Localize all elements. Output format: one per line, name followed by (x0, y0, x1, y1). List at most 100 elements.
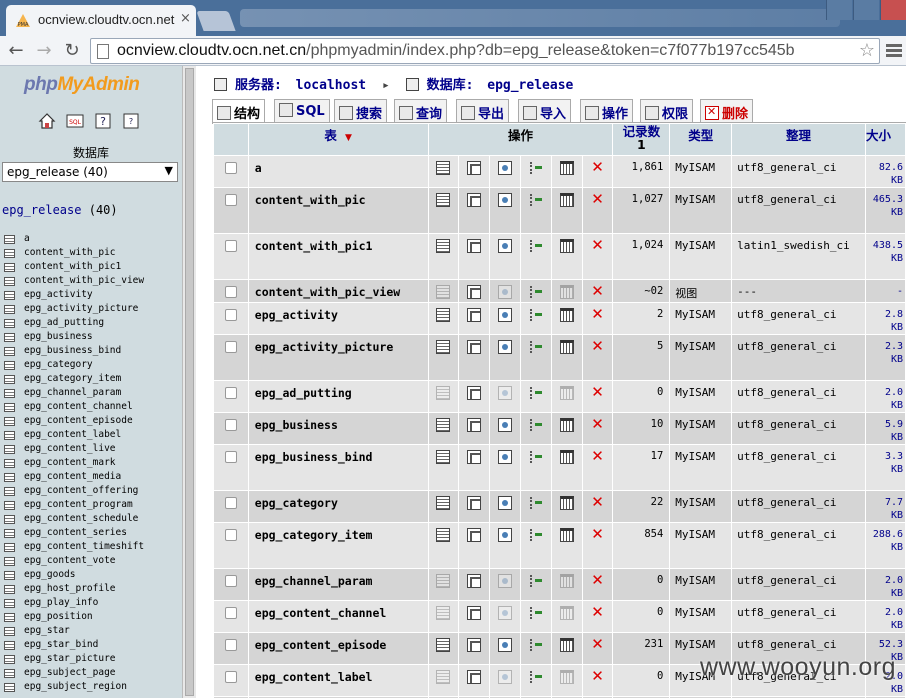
search-icon[interactable] (498, 193, 513, 207)
sidebar-table-name[interactable]: epg_content_schedule (24, 512, 138, 526)
browse-icon[interactable] (436, 670, 451, 684)
table-name-link[interactable]: a (247, 155, 429, 188)
sidebar-table-name[interactable]: epg_category_item (24, 372, 121, 386)
sidebar-table-name[interactable]: epg_content_media (24, 470, 121, 484)
browse-table-icon[interactable] (4, 599, 15, 608)
url-text[interactable]: ocnview.cloudtv.ocn.net.cn/phpmyadmin/in… (117, 42, 847, 60)
drop-icon[interactable]: ✕ (591, 415, 604, 433)
empty-icon[interactable] (559, 528, 574, 542)
sql-docs-icon[interactable]: ? (122, 112, 140, 130)
structure-icon[interactable] (467, 285, 482, 299)
table-size[interactable]: 438.5 KB (864, 233, 906, 280)
reload-button[interactable]: ↻ (60, 39, 84, 63)
browse-table-icon[interactable] (4, 333, 15, 342)
sql-query-icon[interactable]: SQL (66, 112, 84, 130)
tab-close-icon[interactable]: × (180, 11, 191, 26)
rows-header[interactable]: 记录数 1 (612, 123, 671, 156)
insert-icon[interactable] (529, 670, 543, 684)
table-name-header[interactable]: 表 ▼ (247, 123, 429, 156)
sidebar-table-name[interactable]: content_with_pic (24, 246, 116, 260)
structure-icon[interactable] (467, 386, 482, 400)
structure-icon[interactable] (467, 239, 482, 253)
browse-table-icon[interactable] (4, 669, 15, 678)
browse-table-icon[interactable] (4, 627, 15, 636)
tab-privileges[interactable]: 权限 (640, 99, 694, 123)
empty-icon[interactable] (559, 285, 574, 299)
browse-table-icon[interactable] (4, 431, 15, 440)
browse-table-icon[interactable] (4, 375, 15, 384)
database-link[interactable]: epg_release (487, 78, 573, 93)
browse-table-icon[interactable] (4, 263, 15, 272)
browse-table-icon[interactable] (4, 319, 15, 328)
browse-icon[interactable] (436, 340, 451, 354)
browse-table-icon[interactable] (4, 613, 15, 622)
browse-icon[interactable] (436, 450, 451, 464)
table-size[interactable]: 82.6 KB (864, 155, 906, 188)
empty-icon[interactable] (559, 450, 574, 464)
database-heading[interactable]: epg_release (40) (2, 203, 118, 217)
row-checkbox[interactable] (224, 240, 237, 252)
browse-table-icon[interactable] (4, 403, 15, 412)
insert-icon[interactable] (529, 638, 543, 652)
insert-icon[interactable] (529, 308, 543, 322)
structure-icon[interactable] (467, 340, 482, 354)
browse-icon[interactable] (436, 528, 451, 542)
insert-icon[interactable] (529, 496, 543, 510)
insert-icon[interactable] (529, 285, 543, 299)
browse-table-icon[interactable] (4, 557, 15, 566)
tab-export[interactable]: 导出 (456, 99, 510, 123)
row-checkbox[interactable] (224, 575, 237, 587)
database-select[interactable]: epg_release (40) ▼ (2, 162, 178, 182)
row-checkbox[interactable] (224, 309, 237, 321)
browse-icon[interactable] (436, 606, 451, 620)
sidebar-table-name[interactable]: epg_business_bind (24, 344, 121, 358)
type-header[interactable]: 类型 (669, 123, 733, 156)
table-name-link[interactable]: epg_business_bind (247, 444, 429, 491)
row-checkbox[interactable] (224, 286, 237, 298)
structure-icon[interactable] (467, 496, 482, 510)
sidebar-table-name[interactable]: epg_activity (24, 288, 93, 302)
new-tab-button[interactable] (196, 11, 236, 31)
browse-table-icon[interactable] (4, 571, 15, 580)
drop-icon[interactable]: ✕ (591, 525, 604, 543)
drop-icon[interactable]: ✕ (591, 337, 604, 355)
structure-icon[interactable] (467, 638, 482, 652)
drop-icon[interactable]: ✕ (591, 383, 604, 401)
table-size[interactable]: 3.3 KB (864, 444, 906, 491)
table-size[interactable]: 2.0KB (864, 600, 906, 633)
browse-icon[interactable] (436, 239, 451, 253)
insert-icon[interactable] (529, 193, 543, 207)
sidebar-table-name[interactable]: epg_content_mark (24, 456, 116, 470)
browse-table-icon[interactable] (4, 389, 15, 398)
row-checkbox[interactable] (224, 671, 237, 683)
table-size[interactable]: 465.3 KB (864, 187, 906, 234)
row-checkbox[interactable] (224, 607, 237, 619)
row-checkbox[interactable] (224, 162, 237, 174)
insert-icon[interactable] (529, 574, 543, 588)
browse-table-icon[interactable] (4, 501, 15, 510)
server-link[interactable]: localhost (296, 78, 366, 93)
sidebar-table-name[interactable]: epg_business (24, 330, 93, 344)
sidebar-table-name[interactable]: epg_category (24, 358, 93, 372)
insert-icon[interactable] (529, 606, 543, 620)
size-header[interactable]: 大小 (864, 123, 906, 156)
browse-table-icon[interactable] (4, 347, 15, 356)
browse-table-icon[interactable] (4, 291, 15, 300)
sidebar-table-name[interactable]: epg_content_episode (24, 414, 133, 428)
tab-structure[interactable]: 结构 (212, 99, 266, 124)
search-icon[interactable] (498, 161, 513, 175)
table-name-link[interactable]: epg_content_episode (247, 632, 429, 665)
search-icon[interactable] (498, 239, 513, 253)
maximize-button[interactable] (853, 0, 879, 20)
insert-icon[interactable] (529, 340, 543, 354)
table-size[interactable]: 2.0KB (864, 380, 906, 413)
table-name-link[interactable]: epg_content_label (247, 664, 429, 697)
browse-table-icon[interactable] (4, 305, 15, 314)
sidebar-table-name[interactable]: a (24, 232, 30, 246)
empty-icon[interactable] (559, 638, 574, 652)
sidebar-table-name[interactable]: epg_star (24, 624, 70, 638)
browse-table-icon[interactable] (4, 543, 15, 552)
table-name-link[interactable]: epg_ad_putting (247, 380, 429, 413)
search-icon[interactable] (498, 450, 513, 464)
browse-icon[interactable] (436, 308, 451, 322)
